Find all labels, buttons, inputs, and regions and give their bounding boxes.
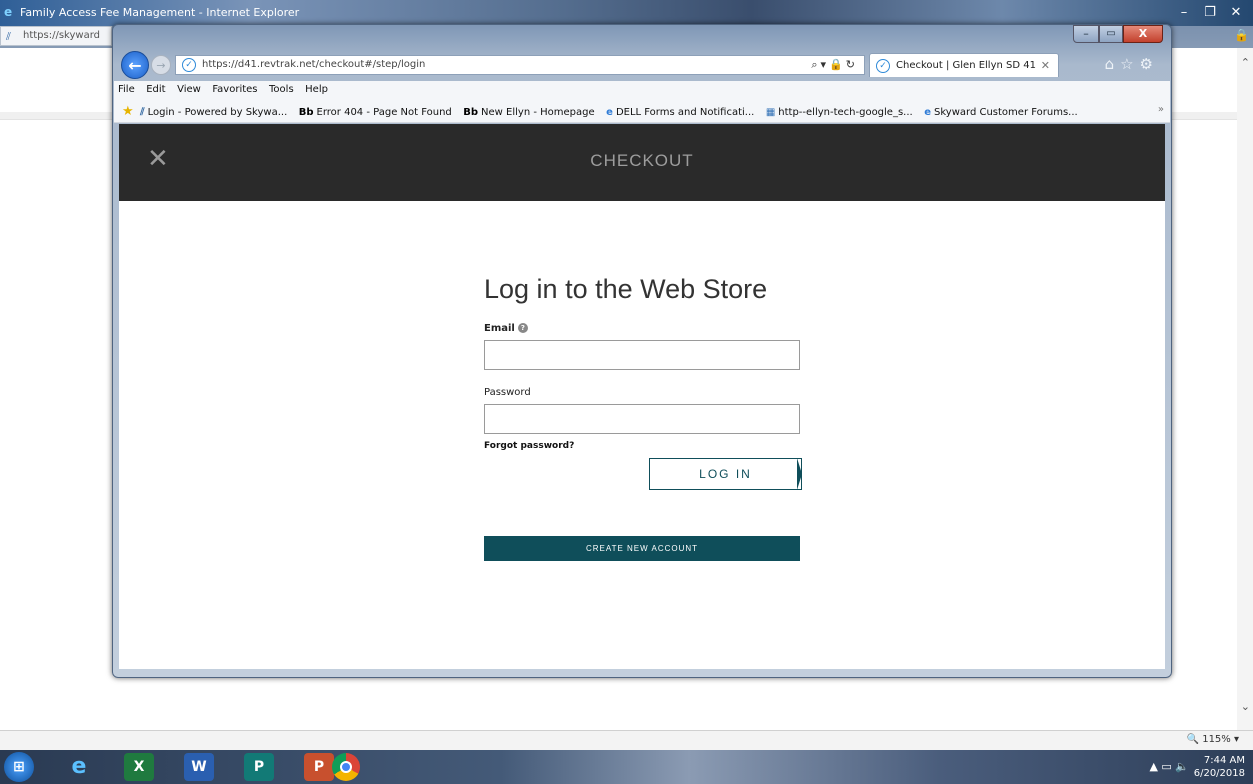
- ie-icon: e: [924, 107, 932, 118]
- menu-file[interactable]: File: [114, 81, 139, 95]
- chevron-right-icon[interactable]: »: [1158, 104, 1164, 115]
- menu-view[interactable]: View: [173, 81, 205, 95]
- login-button[interactable]: LOG IN: [649, 458, 802, 490]
- tab-close-icon[interactable]: ✕: [1041, 59, 1050, 72]
- favorites-bar: ★ ⫽ Login - Powered by Skywa... Bb Error 4…: [114, 100, 1170, 123]
- gear-icon[interactable]: ⚙: [1140, 55, 1159, 73]
- favorite-link[interactable]: e Skyward Customer Forums...: [921, 102, 1082, 118]
- publisher-icon[interactable]: P: [244, 753, 274, 781]
- powerpoint-icon[interactable]: P: [304, 753, 334, 781]
- favorite-label: Login - Powered by Skywa...: [147, 107, 288, 118]
- scroll-down-icon[interactable]: ⌄: [1241, 700, 1250, 713]
- favorite-label: DELL Forms and Notificati...: [615, 107, 755, 118]
- password-label: Password: [484, 387, 531, 398]
- address-bar[interactable]: ✓ https://d41.revtrak.net/checkout#/step…: [175, 55, 865, 75]
- excel-icon[interactable]: X: [124, 753, 154, 781]
- minimize-button[interactable]: –: [1073, 25, 1099, 43]
- site-icon: ✓: [182, 58, 196, 72]
- browser-window: – ▭ X ← → ✓ https://d41.revtrak.net/chec…: [112, 24, 1172, 678]
- favorite-label: New Ellyn - Homepage: [481, 107, 595, 118]
- site-icon: ✓: [876, 59, 890, 73]
- email-label: Email?: [484, 323, 800, 334]
- ie-icon: e: [606, 107, 613, 118]
- chrome-icon[interactable]: [332, 753, 360, 781]
- address-tools[interactable]: ⌕▾🔒↻: [811, 58, 858, 72]
- favorite-link[interactable]: Bb Error 404 - Page Not Found: [296, 102, 457, 118]
- password-field[interactable]: [484, 404, 800, 434]
- forgot-password-link[interactable]: Forgot password?: [484, 441, 800, 451]
- favorite-link[interactable]: e DELL Forms and Notificati...: [603, 102, 759, 118]
- favorite-label: Skyward Customer Forums...: [934, 107, 1078, 118]
- skyward-icon: ⫽: [140, 107, 145, 118]
- close-button[interactable]: ✕: [1223, 4, 1249, 22]
- page-title: CHECKOUT: [590, 151, 694, 170]
- email-label-text: Email: [484, 323, 515, 334]
- favorites-star-icon[interactable]: ★: [114, 100, 134, 119]
- taskbar: ⊞ e X W P P ▲ ▭ 🔈 7:44 AM 6/20/2018: [0, 750, 1253, 784]
- login-heading: Log in to the Web Store: [484, 274, 768, 304]
- favorite-link[interactable]: Bb New Ellyn - Homepage: [460, 102, 599, 118]
- favorite-label: Error 404 - Page Not Found: [316, 107, 452, 118]
- outer-scrollbar[interactable]: [1237, 48, 1253, 730]
- start-button[interactable]: ⊞: [4, 752, 34, 782]
- page-viewport: ✕ CHECKOUT Log in to the Web Store Email…: [119, 124, 1165, 669]
- maximize-button[interactable]: ▭: [1099, 25, 1123, 43]
- page-icon: ▦: [765, 107, 776, 118]
- scroll-up-icon[interactable]: ⌃: [1241, 56, 1250, 69]
- outer-window-title: Family Access Fee Management - Internet …: [20, 6, 300, 19]
- menu-bar: File Edit View Favorites Tools Help: [114, 81, 1170, 100]
- back-button[interactable]: ←: [121, 51, 149, 79]
- ie-icon[interactable]: e: [64, 753, 94, 781]
- create-account-button[interactable]: CREATE NEW ACCOUNT: [484, 536, 800, 561]
- blackboard-icon: Bb: [298, 107, 314, 118]
- menu-help[interactable]: Help: [301, 81, 332, 95]
- lock-icon: 🔒: [1234, 28, 1249, 42]
- ie-icon: e: [4, 5, 13, 19]
- blackboard-icon: Bb: [463, 107, 479, 118]
- window-controls: – ▭ X: [1073, 25, 1163, 45]
- clock-time: 7:44 AM: [1203, 755, 1245, 766]
- command-icons: ⌂☆⚙: [1105, 55, 1159, 73]
- outer-window-titlebar: e Family Access Fee Management - Interne…: [0, 0, 1253, 26]
- home-icon[interactable]: ⌂: [1105, 55, 1121, 73]
- checkout-header: ✕ CHECKOUT: [119, 124, 1165, 201]
- minimize-button[interactable]: –: [1171, 4, 1197, 22]
- tab-checkout[interactable]: ✓ Checkout | Glen Ellyn SD 41 ✕: [869, 53, 1059, 77]
- address-url: https://d41.revtrak.net/checkout#/step/l…: [202, 59, 426, 70]
- status-bar: 🔍 115% ▾: [0, 730, 1253, 750]
- tray-icons[interactable]: ▲ ▭ 🔈: [1149, 760, 1189, 773]
- skyward-icon: ⫽: [6, 30, 11, 43]
- zoom-level[interactable]: 🔍 115% ▾: [1187, 734, 1239, 745]
- login-form: Log in to the Web Store Email? Password …: [484, 274, 802, 561]
- star-icon[interactable]: ☆: [1120, 55, 1139, 73]
- clock-date: 6/20/2018: [1193, 768, 1245, 779]
- email-field[interactable]: [484, 340, 800, 370]
- zoom-value: 115%: [1202, 734, 1231, 745]
- menu-tools[interactable]: Tools: [265, 81, 298, 95]
- forward-button[interactable]: →: [151, 55, 171, 75]
- outer-address-text: https://skyward: [23, 30, 100, 41]
- help-icon[interactable]: ?: [517, 323, 528, 333]
- clock[interactable]: 7:44 AM 6/20/2018: [1194, 754, 1245, 780]
- outer-address-bar[interactable]: ⫽ https://skyward: [0, 26, 112, 46]
- tab-label: Checkout | Glen Ellyn SD 41: [896, 60, 1036, 71]
- word-icon[interactable]: W: [184, 753, 214, 781]
- favorite-link[interactable]: ⫽ Login - Powered by Skywa...: [137, 102, 292, 118]
- favorite-link[interactable]: ▦ http--ellyn-tech-google_s...: [763, 102, 918, 118]
- menu-favorites[interactable]: Favorites: [208, 81, 261, 95]
- menu-edit[interactable]: Edit: [142, 81, 169, 95]
- favorite-label: http--ellyn-tech-google_s...: [778, 107, 913, 118]
- close-button[interactable]: X: [1123, 25, 1163, 43]
- restore-button[interactable]: ❐: [1197, 4, 1223, 22]
